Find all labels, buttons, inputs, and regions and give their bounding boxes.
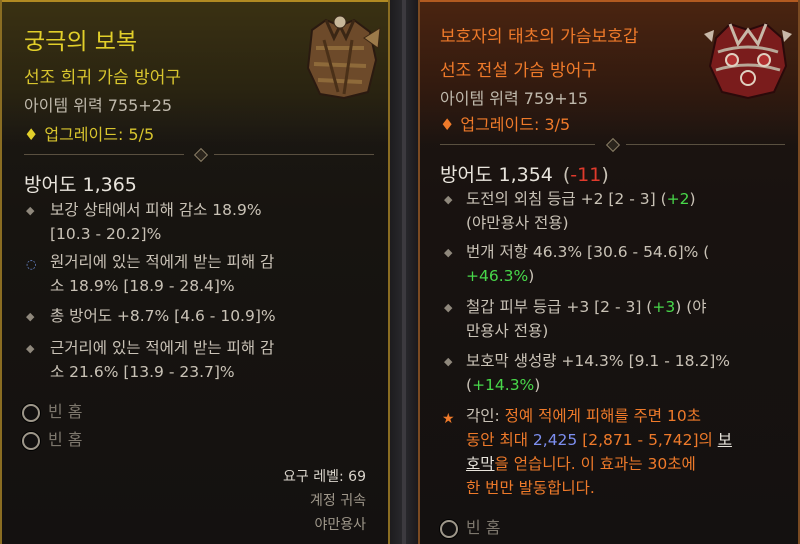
affix-bullet: ◆ [444, 193, 453, 206]
upgrade-label: 업그레이드: 3/5 [460, 115, 571, 134]
aspect-label: 각인: [466, 407, 505, 425]
diamond-icon: ♦ [440, 115, 455, 134]
affix-bullet: ◆ [26, 342, 35, 355]
armor-value: 방어도 1,354 (-11) [440, 160, 609, 187]
affix-3: 총 방어도 +8.7% [4.6 - 10.9]% [50, 304, 276, 328]
affix-line: 도전의 외침 등급 +2 [2 - 3] (+2) [466, 187, 696, 211]
section-divider [24, 147, 374, 163]
aspect-text: 동안 최대 [466, 431, 533, 449]
account-bound: 계정 귀속 [310, 493, 366, 509]
empty-socket-icon [440, 519, 458, 538]
aspect-text: 한 번만 발동합니다. [466, 479, 595, 497]
item-type: 선조 전설 가슴 방어구 [440, 61, 597, 81]
section-divider [440, 137, 785, 153]
barrier-keyword[interactable]: 호막 [466, 455, 495, 473]
aspect-text: [2,871 - 5,742]의 [577, 431, 718, 449]
armor-value: 방어도 1,365 [24, 174, 137, 196]
required-level: 요구 레벨: 69 [283, 469, 366, 485]
aspect-text: 정예 적에게 피해를 주면 10초 [504, 407, 701, 425]
affix-bullet: ◆ [26, 204, 35, 217]
affix-bullet: ◆ [444, 301, 453, 314]
affix-bonus: +46.3% [466, 267, 529, 285]
affix-1: 보강 상태에서 피해 감소 18.9% [10.3 - 20.2]% [50, 198, 262, 246]
aspect-text: 을 얻습니다. 이 효과는 30초에 [494, 455, 696, 473]
socket-label: 빈 홈 [48, 430, 83, 449]
item-title: 보호자의 태초의 가슴보호갑 [440, 27, 639, 47]
empty-socket-icon [22, 431, 40, 450]
socket-label: 빈 홈 [48, 402, 83, 421]
affix-line: 총 방어도 +8.7% [4.6 - 10.9]% [50, 307, 276, 325]
affix-line: 호막을 얻습니다. 이 효과는 30초에 [466, 452, 732, 476]
affix-1: 도전의 외침 등급 +2 [2 - 3] (+2) (야만용사 전용) [466, 187, 696, 235]
affix-bonus: +3 [652, 298, 676, 316]
affix-text: 철갑 피부 등급 +3 [2 - 3] ( [466, 298, 653, 316]
affix-bullet: ◆ [444, 246, 453, 259]
affix-text: ) [689, 190, 696, 208]
barrier-keyword[interactable]: 보 [718, 431, 732, 449]
affix-text: ) [534, 376, 541, 394]
armor-delta: (-11) [562, 164, 609, 186]
socket-label: 빈 홈 [466, 518, 501, 537]
affix-line: [10.3 - 20.2]% [50, 225, 162, 243]
diamond-icon: ♦ [24, 125, 39, 144]
legendary-aspect: 각인: 정예 적에게 피해를 주면 10초 동안 최대 2,425 [2,871… [466, 404, 732, 500]
empty-socket: 빈 홈 [22, 398, 83, 422]
red-plated-chest-armor-icon [704, 22, 792, 100]
affix-line: 보호막 생성량 +14.3% [9.1 - 18.2]% [466, 352, 730, 370]
item-type: 선조 희귀 가슴 방어구 [24, 68, 181, 88]
affix-line: 소 21.6% [13.9 - 23.7]% [50, 363, 235, 381]
affix-line: 만용사 전용) [466, 322, 549, 340]
affix-bonus: +2 [666, 190, 690, 208]
affix-4: 보호막 생성량 +14.3% [9.1 - 18.2]% (+14.3%) [466, 349, 730, 397]
aspect-value: 2,425 [532, 431, 578, 449]
affix-2: 원거리에 있는 적에게 받는 피해 감 소 18.9% [18.9 - 28.4… [50, 250, 274, 298]
empty-socket: 빈 홈 [440, 514, 501, 538]
star-icon: ★ [442, 411, 455, 427]
item-tooltip-left: 궁극의 보복 선조 희귀 가슴 방어구 아이템 위력 755+25 ♦ 업그레이드… [0, 0, 390, 544]
affix-text: ) (야 [675, 298, 707, 316]
affix-4: 근거리에 있는 적에게 받는 피해 감 소 21.6% [13.9 - 23.7… [50, 336, 274, 384]
affix-line: (야만용사 전용) [466, 214, 569, 232]
affix-line: 소 18.9% [18.9 - 28.4]% [50, 277, 235, 295]
affix-line: 번개 저항 46.3% [30.6 - 54.6]% ( [466, 243, 710, 261]
item-power: 아이템 위력 759+15 [440, 89, 589, 108]
class-requirement: 야만용사 [314, 517, 366, 533]
item-power: 아이템 위력 755+25 [24, 96, 173, 115]
item-tooltip-right: 보호자의 태초의 가슴보호갑 선조 전설 가슴 방어구 아이템 위력 759+1… [418, 0, 800, 544]
empty-socket: 빈 홈 [22, 426, 83, 450]
item-title: 궁극의 보복 [24, 29, 138, 55]
upgrade-label: 업그레이드: 5/5 [44, 125, 155, 144]
affix-3: 철갑 피부 등급 +3 [2 - 3] (+3) (야 만용사 전용) [466, 295, 707, 343]
tattered-leather-chest-armor-icon [306, 15, 381, 100]
affix-line: (+14.3%) [466, 373, 730, 397]
affix-line: +46.3%) [466, 264, 709, 288]
affix-line: 동안 최대 2,425 [2,871 - 5,742]의 보 [466, 428, 732, 452]
affix-text: 도전의 외침 등급 +2 [2 - 3] ( [466, 190, 667, 208]
affix-line: 보강 상태에서 피해 감소 18.9% [50, 201, 262, 219]
affix-bullet: ◆ [444, 355, 453, 368]
conditional-affix-icon: ◌ [26, 257, 37, 271]
affix-2: 번개 저항 46.3% [30.6 - 54.6]% ( +46.3%) [466, 240, 709, 288]
upgrade-status: ♦ 업그레이드: 5/5 [24, 121, 154, 145]
affix-text: ) [528, 267, 535, 285]
affix-bullet: ◆ [26, 310, 35, 323]
empty-socket-icon [22, 403, 40, 422]
armor-number: 방어도 1,354 [440, 164, 553, 186]
armor-delta-value: -11 [570, 164, 602, 186]
affix-line: 철갑 피부 등급 +3 [2 - 3] (+3) (야 [466, 295, 707, 319]
affix-line: 원거리에 있는 적에게 받는 피해 감 [50, 253, 275, 271]
upgrade-status: ♦ 업그레이드: 3/5 [440, 111, 570, 135]
affix-bonus: +14.3% [472, 376, 535, 394]
affix-line: 각인: 정예 적에게 피해를 주면 10초 [466, 404, 732, 428]
affix-line: 근거리에 있는 적에게 받는 피해 감 [50, 339, 275, 357]
tooltip-separator [390, 0, 418, 544]
